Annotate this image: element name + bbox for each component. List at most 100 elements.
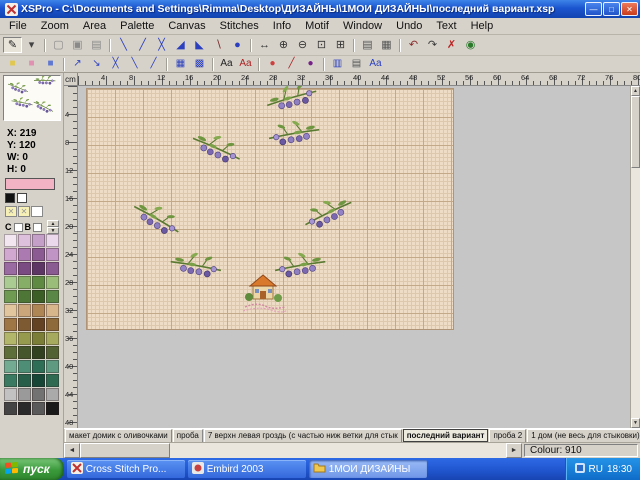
palette-swatch[interactable] (18, 346, 31, 359)
palette-swatch[interactable] (4, 290, 17, 303)
palette-swatch[interactable] (32, 374, 45, 387)
design-tab-4[interactable]: последний вариант (403, 429, 489, 442)
horizontal-scroll-thumb[interactable] (80, 443, 170, 458)
palette-swatch[interactable] (32, 290, 45, 303)
blend-swatch[interactable]: ✕ (5, 206, 17, 217)
close-button[interactable]: ✕ (621, 2, 638, 16)
back-stitch-icon[interactable]: ∖ (209, 37, 228, 53)
palette-swatch[interactable] (46, 360, 59, 373)
palette-swatch[interactable] (18, 304, 31, 317)
stitch-se-icon[interactable]: ↘ (87, 57, 106, 71)
palette-swatch[interactable] (4, 248, 17, 261)
zoom-area-icon[interactable]: ⊡ (312, 37, 331, 53)
menu-item-stitches[interactable]: Stitches (213, 19, 266, 33)
horizontal-scrollbar[interactable]: ◄ ► (64, 443, 522, 458)
grid-toggle-icon[interactable]: ▦ (377, 37, 396, 53)
palette-swatch[interactable] (32, 304, 45, 317)
palette-swatch[interactable] (4, 360, 17, 373)
half-stitch-right-icon[interactable]: ╱ (133, 37, 152, 53)
palette-swatch[interactable] (18, 248, 31, 261)
palette-swatch[interactable] (46, 388, 59, 401)
design-canvas[interactable] (78, 86, 630, 428)
palette-swatch[interactable] (4, 402, 17, 415)
bw-swatch[interactable] (5, 193, 15, 203)
palette-swatch[interactable] (46, 318, 59, 331)
palette-swatch[interactable] (32, 346, 45, 359)
taskbar-task-3[interactable]: 1МОИ ДИЗАЙНЫ (309, 460, 427, 478)
stitch-grid[interactable] (86, 88, 454, 330)
start-button[interactable]: пуск (0, 458, 64, 480)
scroll-left-button[interactable]: ◄ (64, 443, 80, 458)
text-tool-icon[interactable]: Aa (217, 57, 236, 71)
library-icon[interactable]: ▩ (190, 57, 209, 71)
menu-item-text[interactable]: Text (429, 19, 463, 33)
palette-swatch[interactable] (46, 304, 59, 317)
design-tab-2[interactable]: проба (173, 429, 203, 442)
menu-item-undo[interactable]: Undo (389, 19, 429, 33)
backstitch-colour-icon[interactable]: ╱ (282, 57, 301, 71)
scroll-up-button[interactable]: ▲ (631, 86, 640, 96)
palette-swatch[interactable] (18, 276, 31, 289)
palette-swatch[interactable] (4, 388, 17, 401)
pencil-tool-icon[interactable]: ✎ (3, 37, 22, 53)
palette-swatch[interactable] (32, 276, 45, 289)
design-tab-6[interactable]: 1 дом (не весь для стыковки) (527, 429, 640, 442)
stitch-cross-icon[interactable]: ╳ (106, 57, 125, 71)
palette-wheel-icon[interactable]: ● (263, 57, 282, 71)
menu-item-area[interactable]: Area (76, 19, 113, 33)
french-knot-icon[interactable]: ● (228, 37, 247, 53)
stitch-diag-left-icon[interactable]: ╲ (125, 57, 144, 71)
palette-swatch[interactable] (32, 360, 45, 373)
menu-item-help[interactable]: Help (464, 19, 501, 33)
spin-down-button[interactable]: ▼ (47, 227, 59, 234)
palette-swatch[interactable] (46, 290, 59, 303)
palette-swatch[interactable] (4, 332, 17, 345)
delete-icon[interactable]: ✗ (442, 37, 461, 53)
minimize-button[interactable]: — (585, 2, 602, 16)
knot-colour-icon[interactable]: ● (301, 57, 320, 71)
blend-swatch[interactable]: ✕ (18, 206, 30, 217)
tray-icon[interactable] (575, 463, 585, 476)
vertical-scroll-thumb[interactable] (631, 96, 640, 168)
stitch-diag-right-icon[interactable]: ╱ (144, 57, 163, 71)
vertical-scroll-track[interactable] (631, 96, 640, 418)
motif-mode-icon[interactable]: ▦ (171, 57, 190, 71)
palette-swatch[interactable] (46, 374, 59, 387)
palette-swatch[interactable] (46, 276, 59, 289)
zoom-fit-icon[interactable]: ⊞ (331, 37, 350, 53)
scroll-down-button[interactable]: ▼ (631, 418, 640, 428)
palette-swatch[interactable] (18, 318, 31, 331)
b-cell[interactable] (33, 223, 42, 232)
palette-swatch[interactable] (32, 318, 45, 331)
palette-swatch[interactable] (18, 388, 31, 401)
tool-dropdown-icon[interactable]: ▾ (22, 37, 41, 53)
palette-swatch[interactable] (32, 262, 45, 275)
menu-item-zoom[interactable]: Zoom (34, 19, 76, 33)
palette-swatch[interactable] (32, 248, 45, 261)
design-tab-1[interactable]: макет домик с оливочками (65, 429, 172, 442)
blend-swatch[interactable] (31, 206, 43, 217)
palette-swatch[interactable] (4, 318, 17, 331)
quarter-stitch-icon[interactable]: ◣ (190, 37, 209, 53)
palette-swatch[interactable] (18, 360, 31, 373)
horizontal-scroll-track[interactable] (80, 443, 506, 458)
palette-swatch[interactable] (4, 276, 17, 289)
colour-pink-icon[interactable]: ■ (22, 57, 41, 71)
palette-swatch[interactable] (18, 374, 31, 387)
palette-swatch[interactable] (46, 332, 59, 345)
chart-view-icon[interactable]: ▤ (347, 57, 366, 71)
three-quarter-stitch-icon[interactable]: ◢ (171, 37, 190, 53)
scroll-right-button[interactable]: ► (506, 443, 522, 458)
design-tab-5[interactable]: проба 2 (489, 429, 526, 442)
palette-swatch[interactable] (18, 332, 31, 345)
palette-swatch[interactable] (46, 402, 59, 415)
spin-up-button[interactable]: ▲ (47, 220, 59, 227)
palette-swatch[interactable] (4, 262, 17, 275)
palette-swatch[interactable] (4, 346, 17, 359)
menu-item-motif[interactable]: Motif (298, 19, 336, 33)
taskbar-task-2[interactable]: Embird 2003 (188, 460, 306, 478)
palette-swatch[interactable] (4, 304, 17, 317)
maximize-button[interactable]: □ (603, 2, 620, 16)
menu-item-window[interactable]: Window (336, 19, 389, 33)
eraser-tool-icon[interactable]: ▤ (87, 37, 106, 53)
